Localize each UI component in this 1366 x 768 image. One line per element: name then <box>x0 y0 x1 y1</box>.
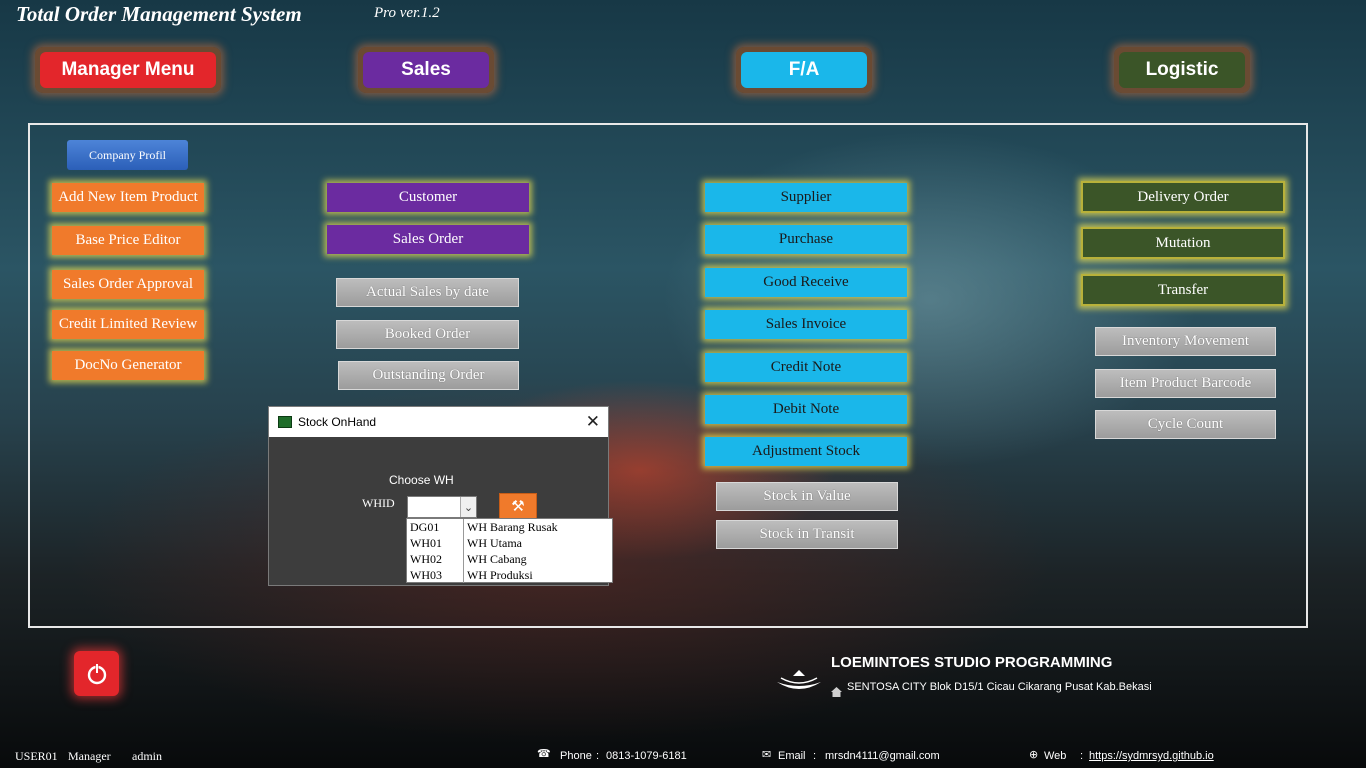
web-colon: : <box>1080 750 1084 762</box>
sales-invoice-button[interactable]: Sales Invoice <box>705 310 907 339</box>
phone-value: 0813-1079-6181 <box>606 750 687 762</box>
dropdown-option[interactable]: WH02 WH Cabang <box>407 551 612 567</box>
add-new-item-product-button[interactable]: Add New Item Product <box>52 183 204 212</box>
app-title: Total Order Management System <box>16 2 302 26</box>
option-code: WH01 <box>407 535 464 551</box>
actual-sales-by-date-button[interactable]: Actual Sales by date <box>336 278 519 307</box>
studio-address: SENTOSA CITY Blok D15/1 Cicau Cikarang P… <box>847 681 1152 693</box>
phone-label: Phone <box>560 750 592 762</box>
email-icon: ✉ <box>762 748 772 761</box>
sales-menu-frame: Sales <box>358 47 494 93</box>
logistic-menu-button[interactable]: Logistic <box>1119 52 1245 88</box>
whid-value <box>408 499 411 513</box>
option-code: DG01 <box>407 519 464 535</box>
tools-icon: ⚒ <box>511 497 525 515</box>
footer-user-id: USER01 <box>15 749 58 763</box>
choose-wh-label: Choose WH <box>389 473 454 487</box>
item-product-barcode-button[interactable]: Item Product Barcode <box>1095 369 1276 398</box>
base-price-editor-button[interactable]: Base Price Editor <box>52 226 204 255</box>
excel-icon <box>278 416 292 428</box>
web-label: Web <box>1044 750 1067 762</box>
phone-icon: ☎ <box>537 747 551 760</box>
home-icon <box>831 687 842 697</box>
option-name: WH Cabang <box>467 552 527 566</box>
footer-username: admin <box>132 749 162 763</box>
footer-role: Manager <box>68 749 111 763</box>
outstanding-order-button[interactable]: Outstanding Order <box>338 361 519 390</box>
whid-dropdown-list: DG01 WH Barang Rusak WH01 WH Utama WH02 … <box>406 518 613 583</box>
studio-logo <box>777 670 821 689</box>
stock-in-transit-button[interactable]: Stock in Transit <box>716 520 898 549</box>
option-name: WH Produksi <box>467 568 533 582</box>
adjustment-stock-button[interactable]: Adjustment Stock <box>705 437 907 466</box>
sales-order-button[interactable]: Sales Order <box>327 225 529 254</box>
option-name: WH Utama <box>467 536 522 550</box>
credit-note-button[interactable]: Credit Note <box>705 353 907 382</box>
dialog-title: Stock OnHand <box>298 415 377 429</box>
option-code: WH03 <box>407 567 464 583</box>
globe-icon: ⊕ <box>1029 748 1039 761</box>
inventory-movement-button[interactable]: Inventory Movement <box>1095 327 1276 356</box>
debit-note-button[interactable]: Debit Note <box>705 395 907 424</box>
manager-menu-frame: Manager Menu <box>35 47 221 93</box>
sales-menu-button[interactable]: Sales <box>363 52 489 88</box>
logistic-menu-frame: Logistic <box>1114 47 1250 93</box>
app-version: Pro ver.1.2 <box>374 5 440 21</box>
supplier-button[interactable]: Supplier <box>705 183 907 212</box>
dialog-titlebar: Stock OnHand ✕ <box>269 407 608 437</box>
tools-button[interactable]: ⚒ <box>499 493 537 519</box>
transfer-button[interactable]: Transfer <box>1081 274 1285 306</box>
email-label: Email <box>778 750 806 762</box>
sales-order-approval-button[interactable]: Sales Order Approval <box>52 270 204 299</box>
email-value: mrsdn4111@gmail.com <box>825 750 940 762</box>
good-receive-button[interactable]: Good Receive <box>705 268 907 297</box>
email-colon: : <box>813 750 817 762</box>
option-name: WH Barang Rusak <box>467 520 558 534</box>
dropdown-option[interactable]: DG01 WH Barang Rusak <box>407 519 612 535</box>
chevron-down-icon[interactable]: ⌄ <box>460 497 476 517</box>
dropdown-option[interactable]: WH03 WH Produksi <box>407 567 612 583</box>
cycle-count-button[interactable]: Cycle Count <box>1095 410 1276 439</box>
close-icon[interactable]: ✕ <box>586 412 600 432</box>
fa-menu-frame: F/A <box>736 47 872 93</box>
booked-order-button[interactable]: Booked Order <box>336 320 519 349</box>
docno-generator-button[interactable]: DocNo Generator <box>52 351 204 380</box>
customer-button[interactable]: Customer <box>327 183 529 212</box>
company-profil-button[interactable]: Company Profil <box>67 140 188 170</box>
stock-in-value-button[interactable]: Stock in Value <box>716 482 898 511</box>
studio-name: LOEMINTOES STUDIO PROGRAMMING <box>831 654 1113 671</box>
option-code: WH02 <box>407 551 464 567</box>
dropdown-option[interactable]: WH01 WH Utama <box>407 535 612 551</box>
credit-limited-review-button[interactable]: Credit Limited Review <box>52 310 204 339</box>
manager-menu-button[interactable]: Manager Menu <box>40 52 216 88</box>
purchase-button[interactable]: Purchase <box>705 225 907 254</box>
delivery-order-button[interactable]: Delivery Order <box>1081 181 1285 213</box>
power-icon <box>87 662 106 684</box>
whid-label: WHID <box>362 496 395 510</box>
phone-colon: : <box>596 750 600 762</box>
power-button[interactable] <box>74 651 119 696</box>
fa-menu-button[interactable]: F/A <box>741 52 867 88</box>
web-link[interactable]: https://sydmrsyd.github.io <box>1089 750 1214 762</box>
whid-combobox[interactable]: ⌄ <box>407 496 477 518</box>
mutation-button[interactable]: Mutation <box>1081 227 1285 259</box>
